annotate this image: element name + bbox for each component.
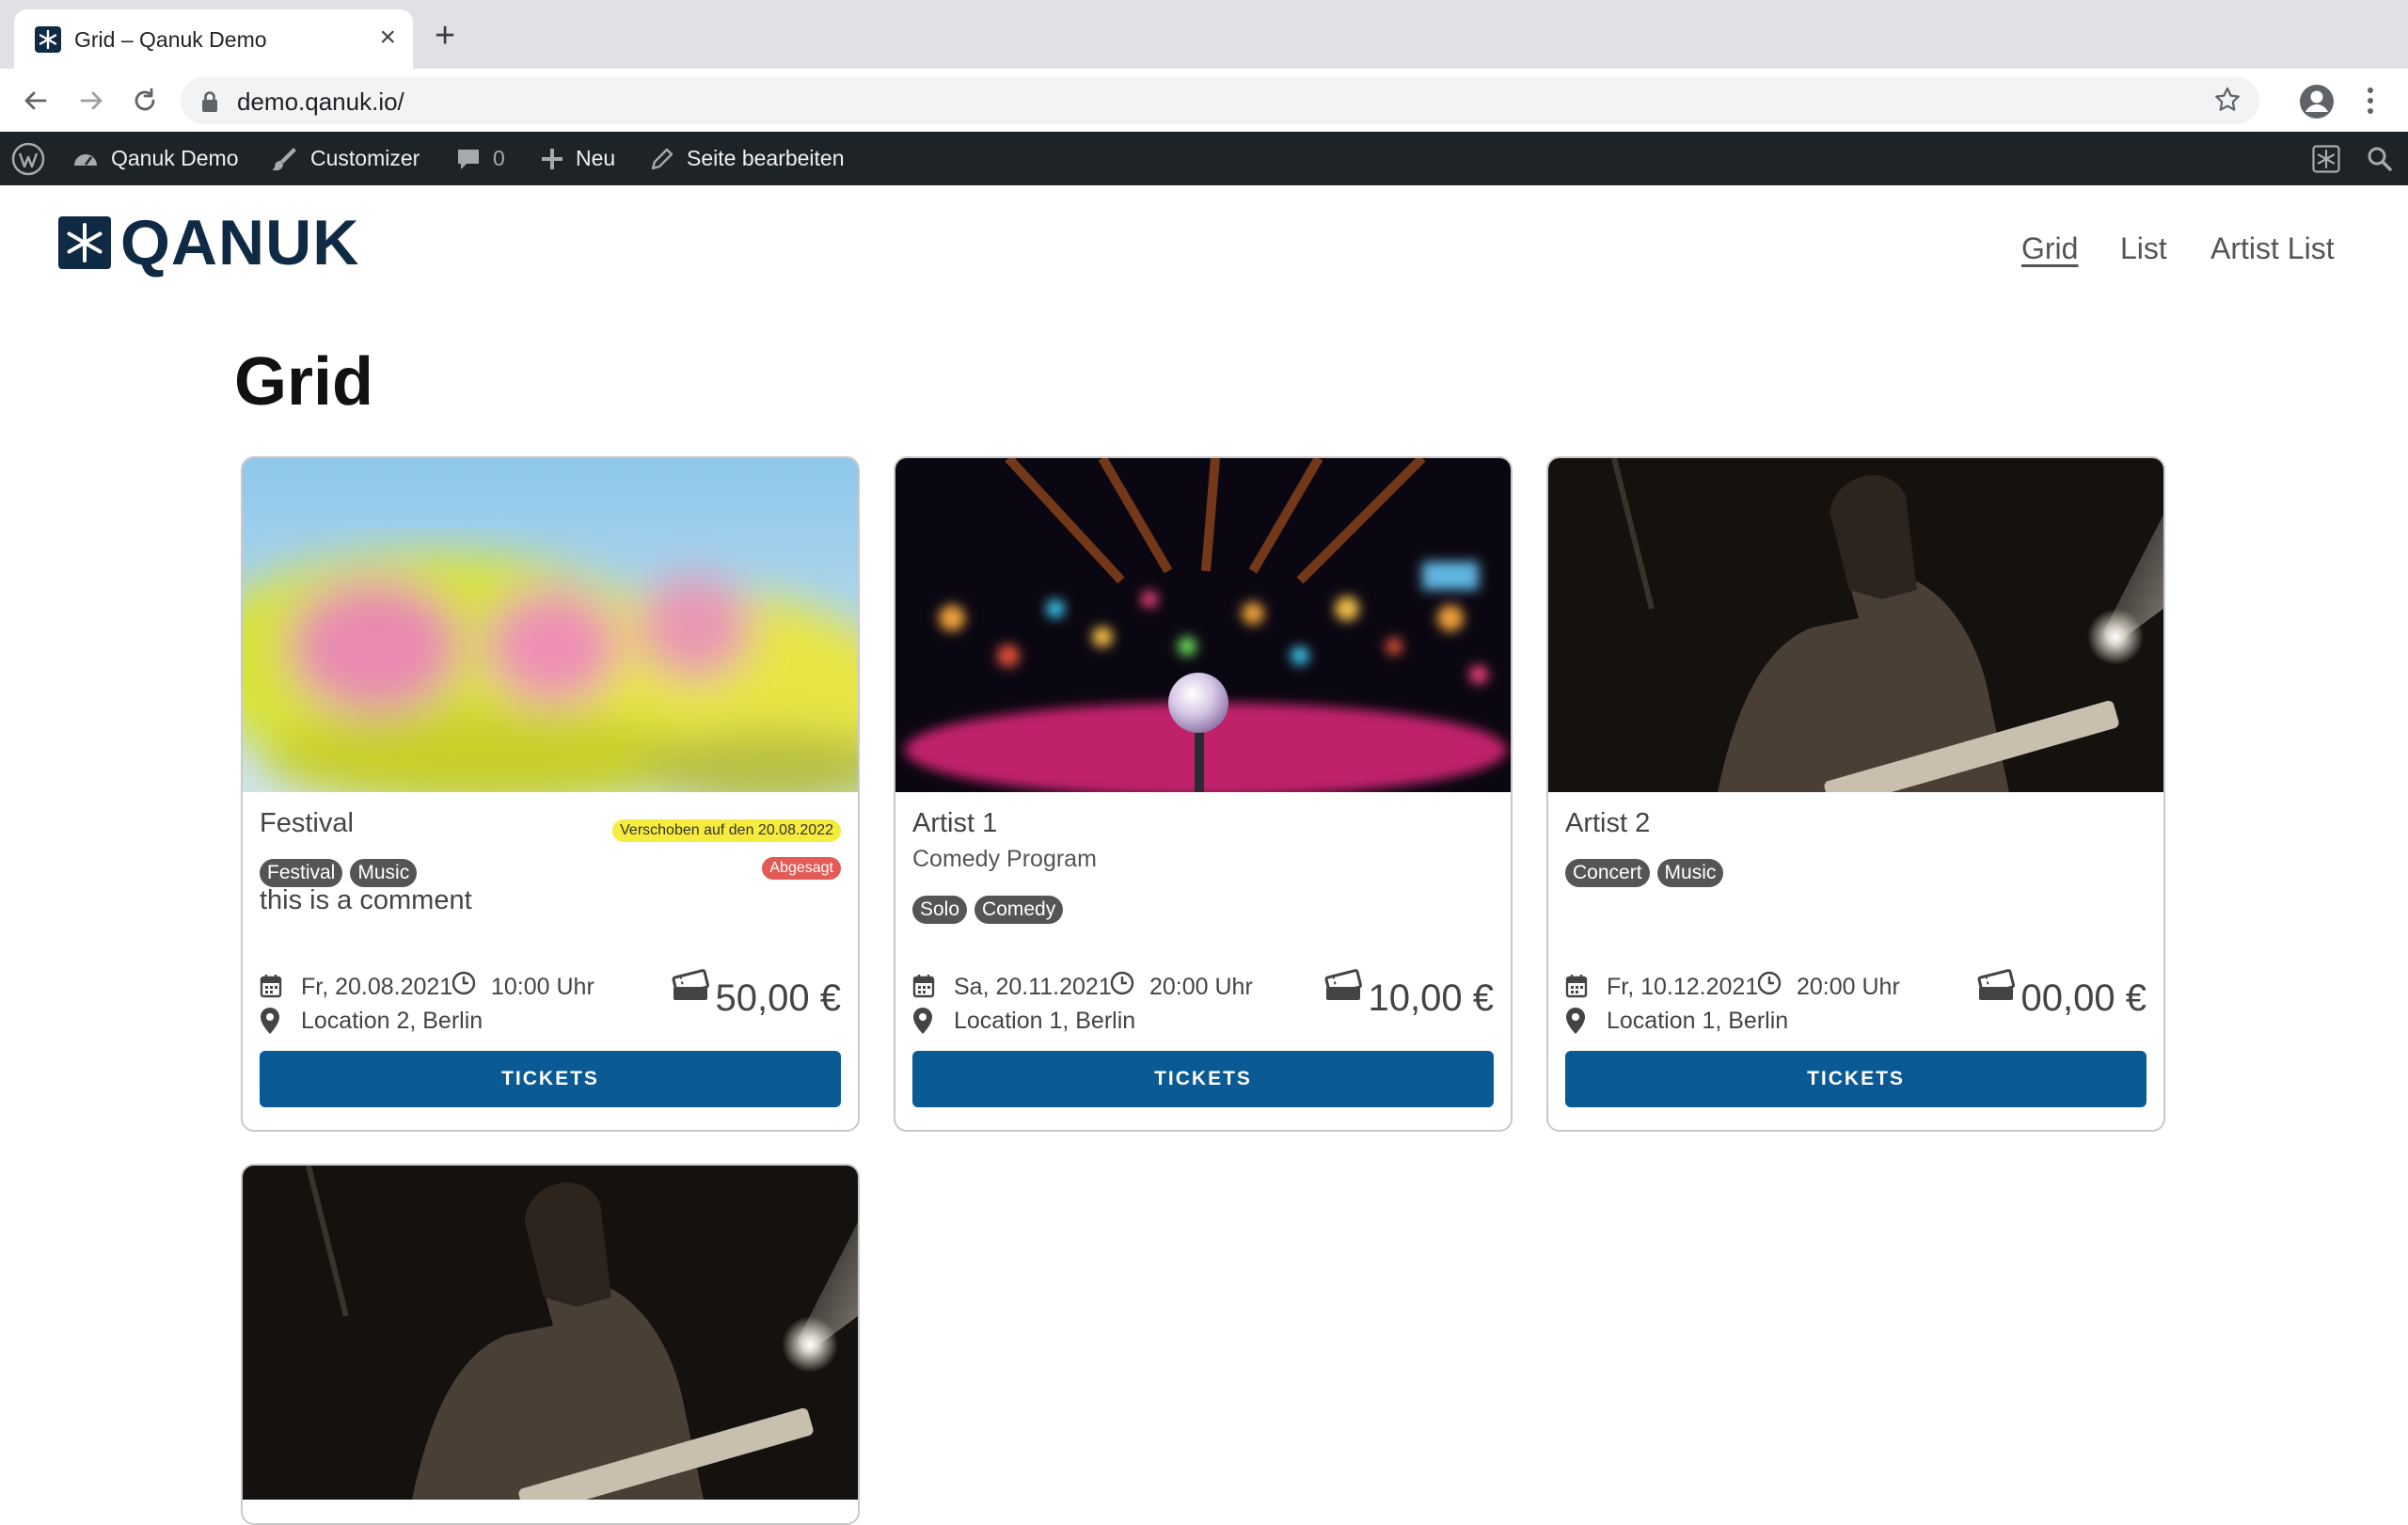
ticket-icon [1324,969,1363,1000]
event-price: 00,00 € [2020,977,2147,1019]
address-bar[interactable]: demo.qanuk.io/ [181,77,2259,124]
event-comment: this is a comment [260,885,472,915]
admin-new-label: Neu [576,146,616,170]
admin-edit-label: Seite bearbeiten [687,146,845,170]
event-subtitle: Comedy Program [912,846,1097,872]
event-date: Fr, 10.12.2021 [1607,974,1759,1000]
admin-customizer-link[interactable]: Customizer [271,132,420,185]
wp-admin-bar: Qanuk Demo Customizer 0 Neu Seite bearbe… [0,132,2408,185]
qanuk-favicon-icon [35,26,61,53]
tag-pill[interactable]: Music [1656,859,1724,887]
location-pin-icon [1566,1008,1585,1034]
event-image-artist-1[interactable] [895,458,1511,792]
event-date: Sa, 20.11.2021 [954,974,1112,1000]
event-title[interactable]: Festival [260,806,354,840]
event-card-festival: Festival Verschoben auf den 20.08.2022 F… [241,456,860,1132]
tab-close-icon[interactable]: × [379,23,396,53]
location-pin-icon [261,1008,279,1034]
ticket-icon [1977,969,2016,1000]
clock-icon [452,971,476,995]
tag-pill[interactable]: Solo [912,896,968,924]
event-title[interactable]: Artist 2 [1565,806,1650,840]
admin-comments-link[interactable]: 0 [455,132,505,185]
new-tab-icon[interactable]: + [435,18,455,54]
plus-icon [542,148,562,169]
clock-icon [1110,971,1134,995]
back-arrow-icon[interactable] [20,85,52,117]
tickets-button[interactable]: TICKETS [260,1051,841,1107]
forward-arrow-icon[interactable] [75,85,107,117]
event-image-4[interactable] [243,1166,858,1500]
event-card-artist-1: Artist 1 Comedy Program Solo Comedy Sa, … [894,456,1513,1132]
browser-menu-icon[interactable] [2363,86,2378,116]
admin-qanuk-link[interactable] [2312,132,2352,185]
search-icon [2368,147,2392,171]
calendar-icon [912,975,935,998]
bookmark-star-icon[interactable] [2212,85,2242,115]
event-date: Fr, 20.08.2021 [301,974,453,1000]
dashboard-gauge-icon [74,153,97,166]
admin-search-icon[interactable] [2367,132,2404,185]
event-card-artist-2: Artist 2 Concert Music Fr, 10.12.2021 20… [1546,456,2165,1132]
event-image-festival[interactable] [243,458,858,792]
status-badge-postponed: Verschoben auf den 20.08.2022 [612,819,841,842]
event-time: 20:00 Uhr [1149,974,1253,1000]
page-title: Grid [234,344,374,420]
admin-customizer-label: Customizer [310,146,420,170]
status-badge-cancelled: Abgesagt [762,857,841,880]
tab-title: Grid – Qanuk Demo [74,27,267,52]
brush-icon [272,147,296,170]
profile-avatar-icon[interactable] [2299,84,2335,119]
admin-site-label: Qanuk Demo [111,146,239,170]
tickets-button[interactable]: TICKETS [912,1051,1494,1107]
url-text: demo.qanuk.io/ [237,87,404,116]
qanuk-snowflake-icon [2312,144,2340,173]
browser-toolbar: demo.qanuk.io/ [0,69,2408,133]
event-location: Location 2, Berlin [301,1008,483,1034]
site-logo-text[interactable]: QANUK [120,205,359,280]
event-image-artist-2[interactable] [1548,458,2163,792]
admin-comments-count: 0 [493,146,505,170]
calendar-icon [1565,975,1588,998]
tag-pill[interactable]: Concert [1565,859,1650,887]
qanuk-logo-icon[interactable] [58,216,111,269]
event-time: 20:00 Uhr [1797,974,1900,1000]
event-card-4 [241,1164,860,1525]
reload-icon[interactable] [129,85,161,117]
event-tags: Solo Comedy [912,896,1064,924]
admin-new-link[interactable]: Neu [540,132,615,185]
event-price: 10,00 € [1368,977,1494,1019]
tickets-button[interactable]: TICKETS [1565,1051,2147,1107]
event-tags: Concert Music [1565,859,1724,887]
tag-pill[interactable]: Comedy [974,896,1064,924]
event-title[interactable]: Artist 1 [912,806,997,840]
comment-bubble-icon [458,149,479,169]
event-location: Location 1, Berlin [954,1008,1136,1034]
ticket-icon [672,969,710,1000]
calendar-icon [260,975,282,998]
event-location: Location 1, Berlin [1607,1008,1789,1034]
wordpress-icon [11,142,45,175]
browser-tab[interactable]: Grid – Qanuk Demo × [14,9,413,69]
browser-tabstrip: Grid – Qanuk Demo × + [0,0,2408,69]
wordpress-logo-icon[interactable] [11,132,56,185]
event-price: 50,00 € [715,977,841,1019]
nav-artist-list[interactable]: Artist List [2210,230,2335,267]
event-time: 10:00 Uhr [491,974,594,1000]
nav-grid[interactable]: Grid [2021,230,2078,267]
admin-site-link[interactable]: Qanuk Demo [71,132,239,185]
pencil-icon [651,148,673,169]
admin-edit-page-link[interactable]: Seite bearbeiten [649,132,845,185]
nav-list[interactable]: List [2120,230,2167,267]
clock-icon [1757,971,1782,995]
lock-icon [202,91,217,112]
location-pin-icon [913,1008,932,1034]
